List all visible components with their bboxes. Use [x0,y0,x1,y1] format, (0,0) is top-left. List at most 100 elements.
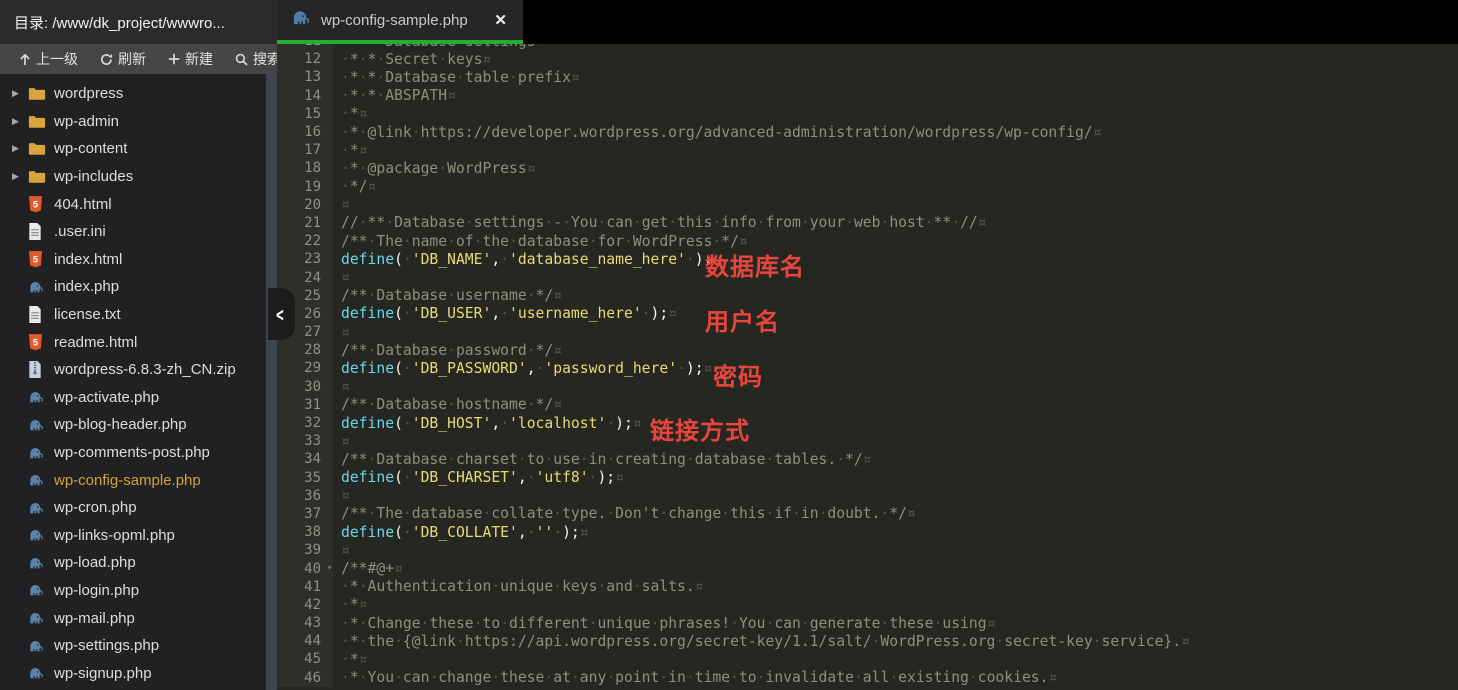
tree-item-wp-load-php[interactable]: wp-load.php [0,549,266,577]
line-number[interactable]: 44 [277,632,333,650]
tree-item-wp-links-opml-php[interactable]: wp-links-opml.php [0,522,266,550]
file-label: wp-activate.php [54,389,159,406]
sidebar-scrollbar[interactable] [266,74,277,690]
tree-item--user-ini[interactable]: .user.ini [0,218,266,246]
line-number[interactable]: 23 [277,250,333,268]
line-number[interactable]: 29 [277,359,333,377]
code-text: /**·Database·charset·to·use·in·creating·… [333,451,872,468]
code-text: ·*¤ [333,651,368,668]
tree-item-wp-cron-php[interactable]: wp-cron.php [0,494,266,522]
php-file-icon [28,280,48,294]
tree-item-index-php[interactable]: index.php [0,273,266,301]
tree-item-wp-login-php[interactable]: wp-login.php [0,577,266,605]
file-label: wp-admin [54,113,119,130]
line-number[interactable]: 20 [277,196,333,214]
code-line-15: 15·*¤ [277,105,1458,123]
folder-icon [28,169,48,184]
line-number[interactable]: 24 [277,268,333,286]
line-number[interactable]: 14 [277,87,333,105]
tree-item-wp-admin[interactable]: ▶ wp-admin [0,108,266,136]
directory-path[interactable]: 目录: /www/dk_project/wwwro... [0,0,277,44]
code-text: ·*·@package·WordPress¤ [333,160,536,177]
code-text: define(·'DB_NAME',·'database_name_here'·… [333,251,721,268]
line-number[interactable]: 17 [277,141,333,159]
line-number[interactable]: 18 [277,159,333,177]
code-text: /**·The·database·collate·type.·Don't·cha… [333,505,916,522]
tree-item-wp-activate-php[interactable]: wp-activate.php [0,384,266,412]
expand-arrow-icon[interactable]: ▶ [12,88,28,99]
tree-item-wp-config-sample-php[interactable]: wp-config-sample.php [0,466,266,494]
code-editor: wp-config-sample.php ✕ 11·*·*·Database·s… [277,0,1458,690]
line-number[interactable]: 32 [277,414,333,432]
line-number[interactable]: 45 [277,650,333,668]
tree-item-wp-signup-php[interactable]: wp-signup.php [0,659,266,687]
expand-arrow-icon[interactable]: ▶ [12,116,28,127]
tree-item-404-html[interactable]: 5404.html [0,190,266,218]
line-number[interactable]: 30 [277,378,333,396]
code-area[interactable]: 11·*·*·Database·settings¤12·*·*·Secret·k… [277,44,1458,690]
code-line-46: 46·*·You·can·change·these·at·any·point·i… [277,669,1458,687]
fold-arrow-icon[interactable]: ▾ [327,563,332,572]
code-text: /**·The·name·of·the·database·for·WordPre… [333,233,748,250]
line-number[interactable]: 35 [277,469,333,487]
line-number[interactable]: 39 [277,541,333,559]
code-line-23: 23define(·'DB_NAME',·'database_name_here… [277,250,1458,268]
tab-wp-config-sample[interactable]: wp-config-sample.php ✕ [277,0,523,44]
line-number[interactable]: 41 [277,578,333,596]
code-text: define(·'DB_PASSWORD',·'password_here'·)… [333,360,712,377]
line-number[interactable]: 13 [277,68,333,86]
line-number[interactable]: 40▾ [277,559,333,577]
line-number[interactable]: 34 [277,450,333,468]
file-label: wp-comments-post.php [54,444,210,461]
tree-item-readme-html[interactable]: 5readme.html [0,328,266,356]
tree-item-wordpress[interactable]: ▶wordpress [0,80,266,108]
line-number[interactable]: 46 [277,669,333,687]
code-line-16: 16·*·@link·https://developer.wordpress.o… [277,123,1458,141]
up-level-button[interactable]: 上一级 [10,44,87,74]
code-text: ·*¤ [333,105,368,122]
red-annotation: 数据库名 [705,247,805,282]
line-number[interactable]: 15 [277,105,333,123]
line-number[interactable]: 36 [277,487,333,505]
tree-item-wp-blog-header-php[interactable]: wp-blog-header.php [0,411,266,439]
code-text: /**·Database·hostname·*/¤ [333,396,562,413]
expand-arrow-icon[interactable]: ▶ [12,171,28,182]
line-number[interactable]: 28 [277,341,333,359]
line-number[interactable]: 42 [277,596,333,614]
tree-item-license-txt[interactable]: license.txt [0,301,266,329]
line-number[interactable]: 22 [277,232,333,250]
red-annotation: 密码 [713,357,763,392]
code-line-25: 25/**·Database·username·*/¤ [277,287,1458,305]
sidebar-collapse-button[interactable]: < [268,288,295,340]
code-line-36: 36¤ [277,487,1458,505]
php-file-icon [28,473,48,487]
line-number[interactable]: 16 [277,123,333,141]
tree-item-wp-settings-php[interactable]: wp-settings.php [0,632,266,660]
code-text: ·*/¤ [333,178,376,195]
close-icon[interactable]: ✕ [492,11,509,29]
line-number[interactable]: 21 [277,214,333,232]
tree-item-wp-includes[interactable]: ▶wp-includes [0,163,266,191]
tree-item-wp-content[interactable]: ▶wp-content [0,135,266,163]
code-text: ·*·Change·these·to·different·unique·phra… [333,615,995,632]
expand-arrow-icon[interactable]: ▶ [12,143,28,154]
line-number[interactable]: 12 [277,50,333,68]
tab-title: wp-config-sample.php [321,12,483,29]
tree-item-wp-comments-post-php[interactable]: wp-comments-post.php [0,439,266,467]
line-number[interactable]: 38 [277,523,333,541]
line-number[interactable]: 19 [277,178,333,196]
line-number[interactable]: 37 [277,505,333,523]
tree-item-index-html[interactable]: 5index.html [0,246,266,274]
line-number[interactable]: 43 [277,614,333,632]
tree-item-wordpress-6-8-3-zh-cn-zip[interactable]: wordpress-6.8.3-zh_CN.zip [0,356,266,384]
new-button[interactable]: 新建 [159,44,222,74]
line-number[interactable]: 33 [277,432,333,450]
code-text: ·*·*·Secret·keys¤ [333,51,491,68]
red-annotation: 链接方式 [650,411,750,446]
code-text: ¤ [333,542,350,559]
new-label: 新建 [185,49,213,69]
line-number[interactable]: 31 [277,396,333,414]
refresh-button[interactable]: 刷新 [91,44,155,74]
html-file-icon: 5 [28,334,48,351]
tree-item-wp-mail-php[interactable]: wp-mail.php [0,604,266,632]
